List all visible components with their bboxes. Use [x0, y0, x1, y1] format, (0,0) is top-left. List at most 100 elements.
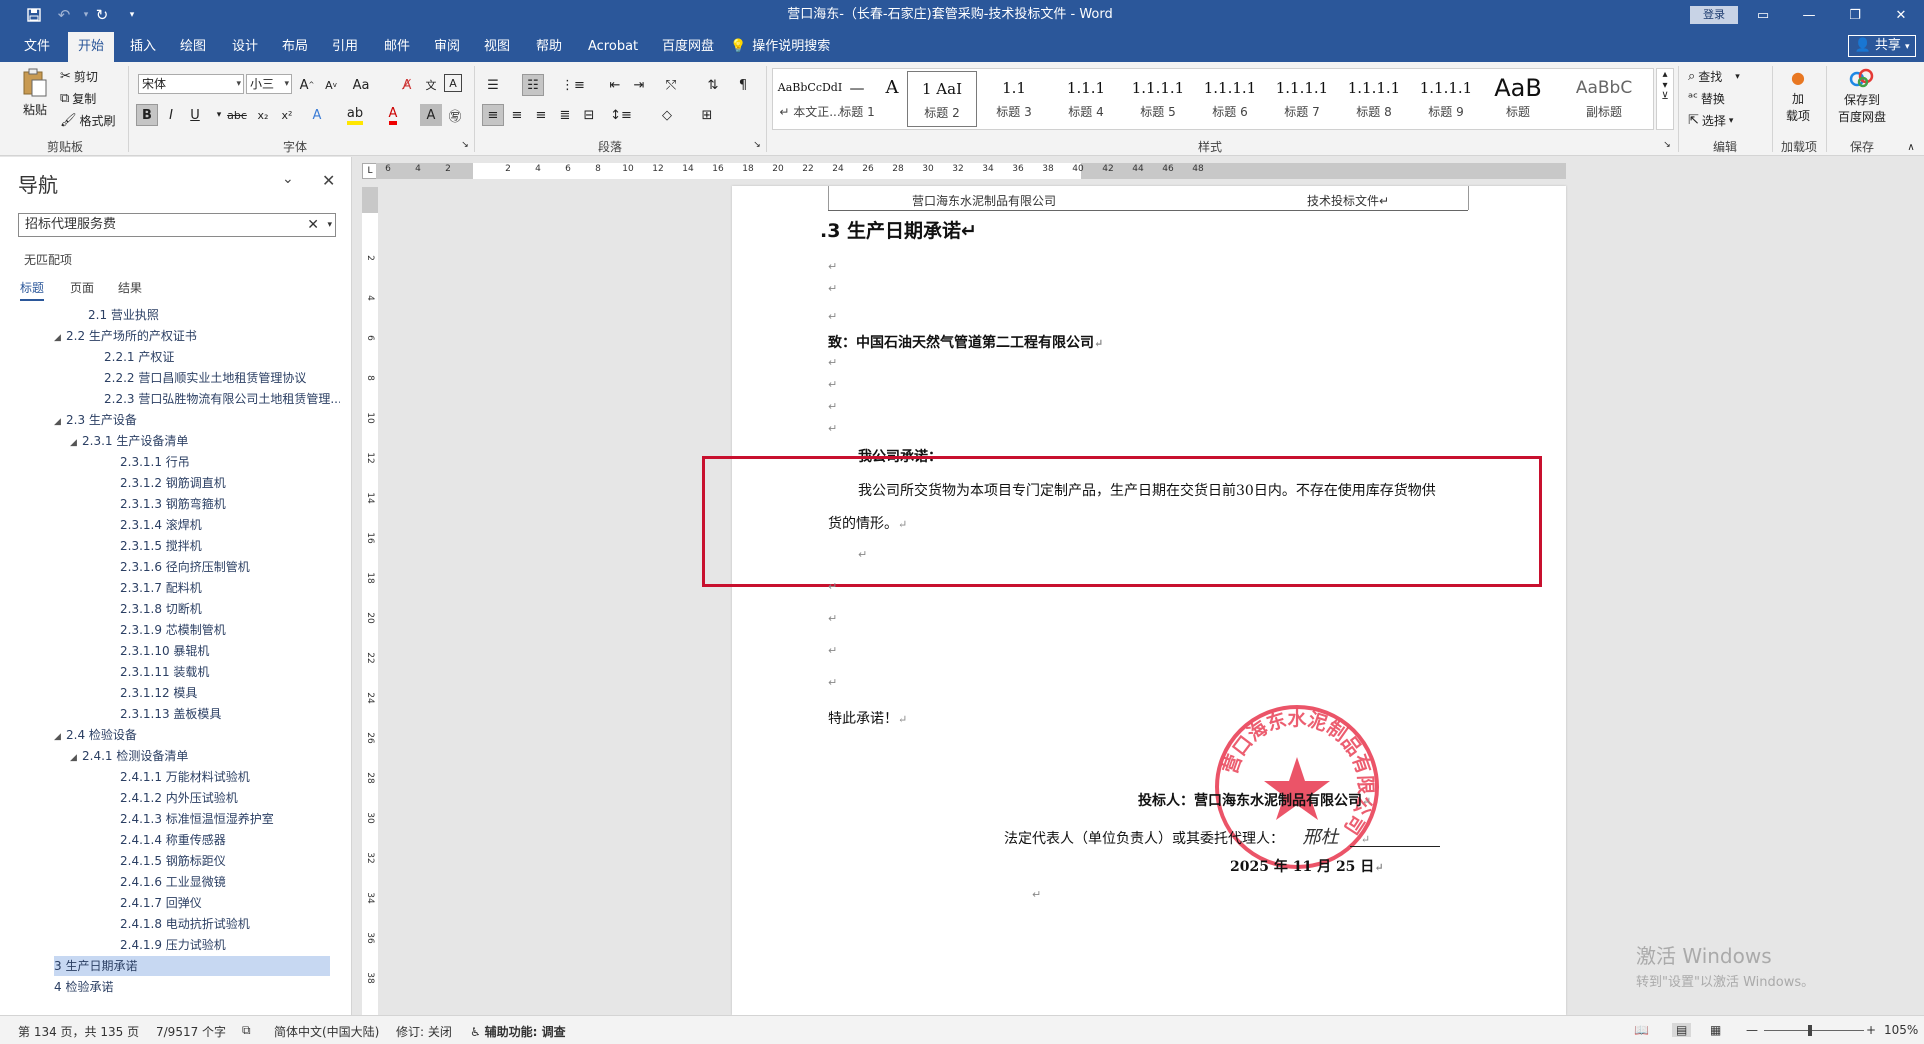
nav-heading-item[interactable]: 2.3.1.5 搅拌机 — [120, 536, 340, 556]
horizontal-ruler[interactable]: 6 4 2 2 4 6 8 10 12 14 16 18 20 22 24 26 28 30 32 34 36 38 40 4… — [376, 163, 1566, 179]
cut-button[interactable]: ✂ 剪切 — [60, 68, 98, 85]
share-button[interactable]: 👤 共享 ▾ — [1848, 35, 1916, 57]
tab-insert[interactable]: 插入 — [120, 32, 166, 62]
redo-icon[interactable]: ↻ — [88, 0, 116, 30]
tell-me-search[interactable]: 💡 操作说明搜索 — [730, 32, 830, 62]
tab-view[interactable]: 视图 — [474, 32, 520, 62]
strikethrough-icon[interactable]: abc — [226, 104, 248, 126]
expand-toggle-icon[interactable]: ◢ — [54, 412, 66, 430]
shrink-font-icon[interactable]: Av — [320, 74, 342, 96]
style-heading-1[interactable]: — 标题 1 — [837, 71, 877, 127]
nav-heading-item[interactable]: 2.2.3 营口弘胜物流有限公司土地租赁管理... — [104, 389, 340, 409]
numbering-icon[interactable]: ☷ — [522, 74, 544, 96]
track-changes-status[interactable]: 修订: 关闭 — [396, 1023, 452, 1040]
nav-heading-item[interactable]: 3 生产日期承诺 — [54, 956, 330, 976]
borders-icon[interactable]: ⊞ — [696, 104, 718, 126]
close-icon[interactable]: ✕ — [322, 171, 335, 190]
zoom-level[interactable]: 105% — [1884, 1023, 1918, 1037]
nav-heading-item[interactable]: 2.4.1.5 钢筋标距仪 — [120, 851, 340, 871]
copy-button[interactable]: ⧉ 复制 — [60, 90, 96, 107]
bullets-icon[interactable]: ☰ — [482, 74, 504, 96]
find-button[interactable]: ⌕ 查找 ▾ — [1688, 68, 1740, 85]
nav-heading-item[interactable]: 2.3.1.9 芯模制管机 — [120, 620, 340, 640]
nav-tab-headings[interactable]: 标题 — [20, 279, 45, 301]
addins-button[interactable]: ● 加 载项 — [1780, 68, 1816, 124]
vertical-ruler[interactable]: 2 4 6 8 10 12 14 16 18 20 22 24 26 28 30 32 34 36 38 — [362, 187, 378, 1015]
style-heading-6[interactable]: 1.1.1.1 标题 6 — [1195, 71, 1265, 127]
styles-more-icon[interactable]: ▴ ▾ ⊻ — [1656, 68, 1674, 130]
document-page[interactable]: 营口海东水泥制品有限公司 技术投标文件↵ .3 生产日期承诺↵ ↵ ↵ ↵ 致：… — [702, 186, 1566, 1015]
zoom-slider-thumb[interactable] — [1808, 1025, 1812, 1036]
font-size-box[interactable]: 小三 ▾ — [246, 74, 292, 94]
nav-heading-item[interactable]: 4 检验承诺 — [54, 977, 340, 997]
style-heading-2[interactable]: 1 AaI 标题 2 — [907, 71, 977, 127]
bold-icon[interactable]: B — [136, 104, 158, 126]
ribbon-display-icon[interactable]: ▭ — [1740, 0, 1786, 30]
nav-heading-item[interactable]: 2.4.1.4 称重传感器 — [120, 830, 340, 850]
nav-tab-pages[interactable]: 页面 — [70, 279, 94, 296]
phonetic-guide-icon[interactable]: 文 — [420, 74, 442, 96]
superscript-icon[interactable]: x² — [276, 104, 298, 126]
expand-toggle-icon[interactable]: ◢ — [54, 328, 66, 346]
nav-heading-item[interactable]: 2.3.1.1 行吊 — [120, 452, 340, 472]
nav-heading-item[interactable]: 2.4.1.9 压力试验机 — [120, 935, 340, 955]
login-button[interactable]: 登录 — [1690, 6, 1738, 24]
tab-references[interactable]: 引用 — [322, 32, 368, 62]
print-layout-icon[interactable]: ▤ — [1672, 1023, 1692, 1037]
expand-toggle-icon[interactable]: ◢ — [70, 433, 82, 451]
zoom-in-icon[interactable]: + — [1866, 1023, 1876, 1037]
nav-heading-item[interactable]: 2.3.1.11 装载机 — [120, 662, 340, 682]
font-name-box[interactable]: 宋体 ▾ — [138, 74, 244, 94]
distributed-icon[interactable]: ⊟ — [578, 104, 600, 126]
restore-icon[interactable]: ❐ — [1832, 0, 1878, 30]
nav-heading-item[interactable]: 2.3.1.3 钢筋弯箍机 — [120, 494, 340, 514]
expand-toggle-icon[interactable]: ◢ — [54, 727, 66, 745]
style-heading-7[interactable]: 1.1.1.1 标题 7 — [1267, 71, 1337, 127]
accessibility-status[interactable]: ♿ 辅助功能: 调查 — [470, 1023, 566, 1040]
tab-file[interactable]: 文件 — [14, 32, 60, 62]
nav-heading-item[interactable]: 2.3.1.10 暴辊机 — [120, 641, 340, 661]
font-dialog-launcher-icon[interactable]: ↘ — [458, 138, 472, 152]
highlight-icon[interactable]: ab — [344, 104, 366, 126]
increase-indent-icon[interactable]: ⇥ — [628, 74, 650, 96]
nav-heading-item[interactable]: 2.3.1.2 钢筋调直机 — [120, 473, 340, 493]
tab-layout[interactable]: 布局 — [272, 32, 318, 62]
nav-heading-item[interactable]: 2.2.2 营口昌顺实业土地租赁管理协议 — [104, 368, 340, 388]
style-heading-3[interactable]: 1.1 标题 3 — [979, 71, 1049, 127]
style-title-a[interactable]: A — [879, 71, 905, 127]
shading-icon[interactable]: ◇ — [656, 104, 678, 126]
zoom-slider[interactable] — [1764, 1030, 1864, 1031]
paragraph-dialog-launcher-icon[interactable]: ↘ — [750, 138, 764, 152]
show-marks-icon[interactable]: ¶ — [732, 74, 754, 96]
chevron-down-icon[interactable]: ⌄ — [282, 171, 294, 187]
style-normal[interactable]: AaBbCcDdI ↵ 本文正... — [775, 71, 845, 127]
grow-font-icon[interactable]: A ^ — [296, 74, 318, 96]
nav-heading-item[interactable]: 2.2.1 产权证 — [104, 347, 340, 367]
italic-icon[interactable]: I — [160, 104, 182, 126]
nav-heading-item[interactable]: 2.3.1.7 配料机 — [120, 578, 340, 598]
nav-heading-item[interactable]: 2.4.1.1 万能材料试验机 — [120, 767, 340, 787]
tab-draw[interactable]: 绘图 — [170, 32, 216, 62]
minimize-icon[interactable]: — — [1786, 0, 1832, 30]
save-icon[interactable] — [20, 0, 48, 30]
style-heading-9[interactable]: 1.1.1.1 标题 9 — [1411, 71, 1481, 127]
web-layout-icon[interactable]: ▦ — [1710, 1023, 1721, 1037]
nav-heading-item[interactable]: 2.3.1.6 径向挤压制管机 — [120, 557, 340, 577]
word-count[interactable]: 7/9517 个字 — [156, 1023, 226, 1040]
subscript-icon[interactable]: x₂ — [252, 104, 274, 126]
styles-dialog-launcher-icon[interactable]: ↘ — [1660, 138, 1674, 152]
nav-heading-item[interactable]: ◢ 2.3.1 生产设备清单 — [70, 431, 340, 451]
nav-heading-item[interactable]: 2.3.1.4 滚焊机 — [120, 515, 340, 535]
format-painter-button[interactable]: 🖌 格式刷 — [60, 112, 116, 129]
align-center-icon[interactable]: ≡ — [506, 104, 528, 126]
tab-review[interactable]: 审阅 — [424, 32, 470, 62]
align-right-icon[interactable]: ≡ — [530, 104, 552, 126]
style-title[interactable]: AaB 标题 — [1483, 71, 1553, 127]
nav-heading-item[interactable]: ◢ 2.2 生产场所的产权证书 — [54, 326, 340, 346]
tab-help[interactable]: 帮助 — [526, 32, 572, 62]
nav-heading-item[interactable]: 2.3.1.12 模具 — [120, 683, 340, 703]
nav-heading-item[interactable]: ◢ 2.4.1 检测设备清单 — [70, 746, 340, 766]
nav-heading-item[interactable]: 2.1 营业执照 — [88, 305, 340, 325]
change-case-icon[interactable]: Aa — [350, 74, 372, 96]
page-count[interactable]: 第 134 页，共 135 页 — [18, 1023, 139, 1040]
